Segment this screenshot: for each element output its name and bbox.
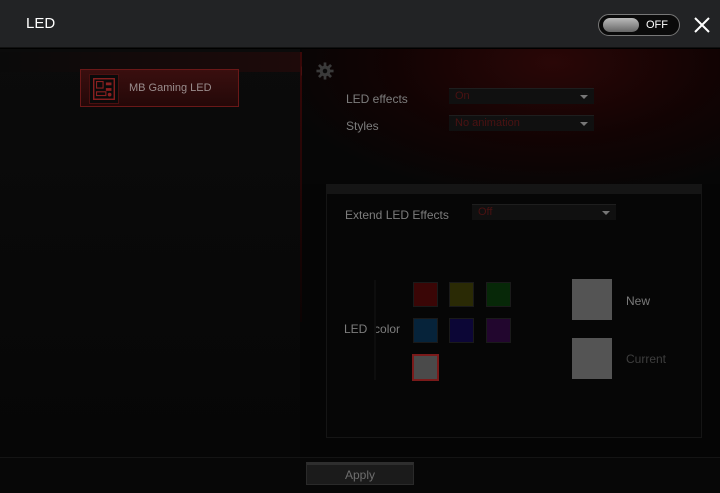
color-swatch-white[interactable] (412, 354, 439, 381)
chevron-down-icon (602, 211, 610, 215)
current-color-preview (572, 338, 612, 379)
new-color-label: New (626, 294, 651, 308)
led-effects-dropdown[interactable]: On (449, 88, 594, 104)
color-swatch-indigo[interactable] (449, 318, 474, 343)
color-swatch-yellow[interactable] (449, 282, 474, 307)
gear-icon (316, 62, 334, 80)
section-separator (326, 184, 702, 194)
styles-value: No animation (455, 117, 520, 129)
close-icon[interactable] (690, 13, 714, 37)
toggle-knob (603, 18, 639, 32)
color-swatch-red[interactable] (413, 282, 438, 307)
extend-panel (326, 194, 702, 438)
apply-button[interactable]: Apply (306, 462, 414, 485)
color-swatch-green[interactable] (486, 282, 511, 307)
color-separator (374, 280, 376, 380)
toggle-label: OFF (646, 19, 668, 31)
power-toggle[interactable]: OFF (598, 14, 680, 36)
title-bar: LED OFF (0, 0, 720, 48)
extend-led-effects-value: Off (478, 206, 493, 218)
device-item-mb-gaming-led[interactable]: MB Gaming LED (80, 69, 239, 107)
led-effects-label: LED effects (346, 92, 408, 106)
window-title: LED (26, 15, 56, 32)
new-color-preview (572, 279, 612, 320)
led-color-label-b: color (374, 322, 401, 336)
styles-dropdown[interactable]: No animation (449, 115, 594, 131)
led-color-label-a: LED (344, 322, 368, 336)
chevron-down-icon (580, 122, 588, 126)
motherboard-icon (89, 74, 119, 104)
device-label: MB Gaming LED (129, 82, 212, 94)
extend-led-effects-dropdown[interactable]: Off (472, 204, 616, 220)
led-color-label: LED color (344, 322, 400, 336)
chevron-down-icon (580, 95, 588, 99)
current-color-label: Current (626, 352, 667, 366)
led-effects-value: On (455, 90, 470, 102)
styles-label: Styles (346, 119, 379, 133)
extend-led-effects-label: Extend LED Effects (345, 208, 449, 222)
color-swatch-blue[interactable] (413, 318, 438, 343)
device-panel (0, 49, 300, 457)
color-swatch-purple[interactable] (486, 318, 511, 343)
